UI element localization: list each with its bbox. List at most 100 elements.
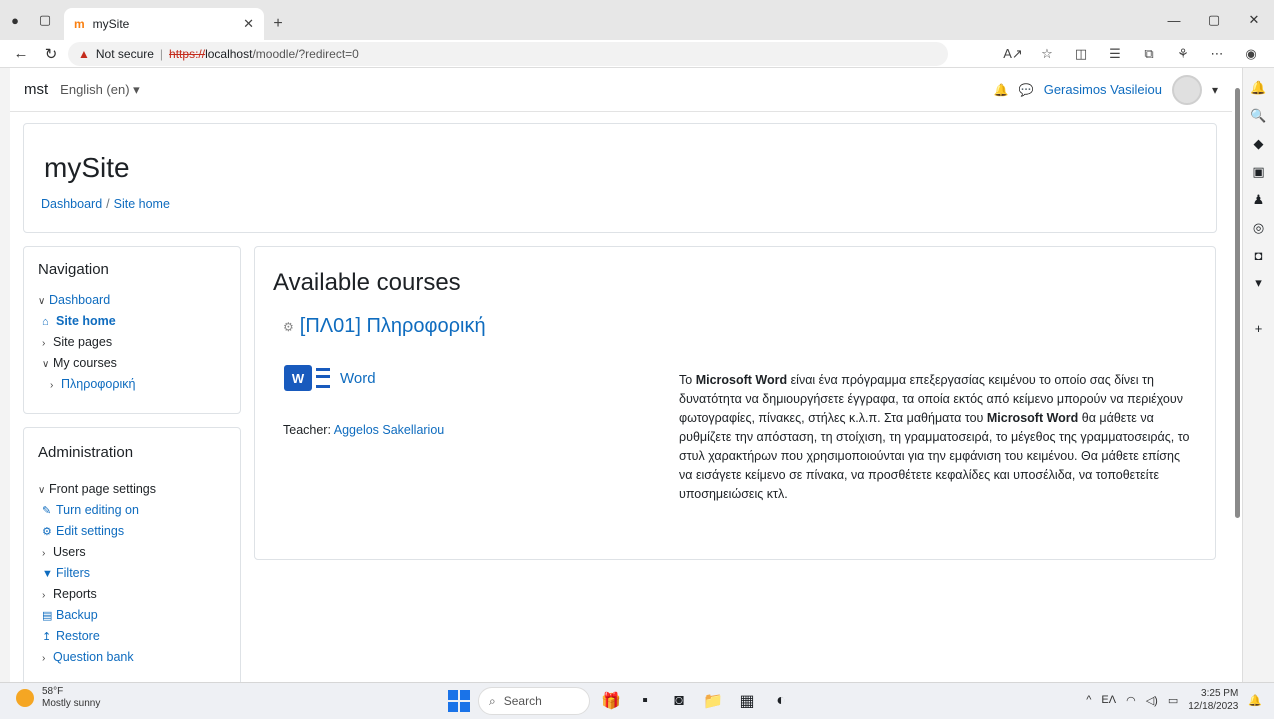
- url-field[interactable]: ▲ Not secure | https://localhost/moodle/…: [68, 41, 948, 66]
- back-icon[interactable]: ←: [8, 45, 34, 62]
- chevron-right-icon: ›: [42, 548, 46, 559]
- admin-item-edit-settings[interactable]: ⚙ Edit settings: [38, 521, 226, 542]
- nav-item-site-pages[interactable]: › Site pages: [38, 332, 226, 353]
- nav-item-my-courses[interactable]: ∨ My courses: [38, 353, 226, 374]
- scrollbar-thumb[interactable]: [1235, 88, 1240, 518]
- avatar[interactable]: [1171, 74, 1202, 105]
- extensions-icon[interactable]: ⚘: [1168, 46, 1198, 62]
- user-menu-caret-icon[interactable]: ▾: [1212, 83, 1218, 97]
- notification-icon[interactable]: 🔔: [1243, 80, 1274, 96]
- games-icon[interactable]: ♟: [1243, 192, 1274, 208]
- breadcrumb-dashboard[interactable]: Dashboard: [41, 197, 102, 211]
- weather-widget[interactable]: 58°F Mostly sunny: [16, 686, 100, 710]
- volume-icon[interactable]: ◁): [1146, 694, 1158, 707]
- nav-item-site-home[interactable]: ⌂ Site home: [38, 311, 226, 332]
- browser-tab[interactable]: m mySite ✕: [64, 8, 264, 40]
- administration-block: Administration ∨ Front page settings ✎ Tur…: [23, 427, 241, 682]
- battery-icon[interactable]: ▭: [1168, 694, 1178, 707]
- security-status[interactable]: Not secure: [96, 47, 154, 61]
- close-window-icon[interactable]: ✕: [1234, 0, 1274, 40]
- close-tab-icon[interactable]: ✕: [243, 16, 254, 32]
- admin-item-reports[interactable]: › Reports: [38, 584, 226, 605]
- course-image-word[interactable]: W Word: [284, 365, 376, 391]
- add-sidebar-icon[interactable]: +: [1243, 321, 1274, 336]
- office-icon[interactable]: ◎: [1243, 220, 1274, 236]
- search-icon: ⌕: [489, 693, 496, 708]
- admin-item-restore[interactable]: ↥ Restore: [38, 626, 226, 647]
- windows-start-icon[interactable]: [448, 690, 470, 712]
- chevron-down-icon: ∨: [38, 296, 46, 307]
- moodle-favicon-icon: m: [74, 17, 85, 31]
- pencil-icon: ✎: [42, 505, 52, 517]
- moodle-top-navbar: mst English (en) ▾ 🔔 💬 Gerasimos Vasilei…: [10, 68, 1232, 112]
- drop-icon[interactable]: ▾: [1243, 275, 1274, 291]
- chevron-right-icon: ›: [50, 380, 54, 391]
- input-language[interactable]: EΛ: [1101, 694, 1116, 706]
- admin-item-users[interactable]: › Users: [38, 542, 226, 563]
- word-logo-icon: W: [284, 365, 312, 391]
- more-icon[interactable]: ⋯: [1202, 46, 1232, 62]
- nav-item-course-pliroforiki[interactable]: › Πληροφορική: [38, 374, 226, 395]
- notification-bell-icon[interactable]: 🔔: [1248, 694, 1262, 707]
- task-view-icon[interactable]: ▪: [632, 688, 658, 714]
- breadcrumb-site-home[interactable]: Site home: [114, 197, 170, 211]
- site-brand[interactable]: mst: [24, 81, 48, 98]
- admin-item-front-page-settings[interactable]: ∨ Front page settings: [38, 479, 226, 500]
- wifi-icon[interactable]: ◠: [1126, 694, 1136, 707]
- tag-icon[interactable]: ◆: [1243, 136, 1274, 152]
- course-title-link[interactable]: ⚙ [ΠΛ01] Πληροφορική: [283, 315, 486, 338]
- briefcase-icon[interactable]: ▣: [1243, 164, 1274, 180]
- favorites-icon[interactable]: ☰: [1100, 46, 1130, 62]
- page-title: mySite: [44, 152, 130, 183]
- breadcrumb: Dashboard / Site home: [41, 197, 170, 211]
- maximize-icon[interactable]: ▢: [1194, 0, 1234, 40]
- taskbar: 58°F Mostly sunny ⌕ Search 🎁 ▪ ◙ 📁 ▦ ◐ ^…: [0, 682, 1274, 719]
- chevron-right-icon: ›: [42, 653, 46, 664]
- page-scrollbar[interactable]: [1232, 68, 1242, 682]
- url-separator: |: [159, 46, 164, 61]
- teacher-label: Teacher:: [283, 423, 331, 437]
- admin-item-question-bank[interactable]: › Question bank: [38, 647, 226, 668]
- minimize-icon[interactable]: —: [1154, 0, 1194, 40]
- url-host: localhost: [205, 46, 253, 61]
- profile-icon[interactable]: ●: [0, 0, 30, 40]
- messages-icon[interactable]: 💬: [1019, 83, 1034, 97]
- page-viewport: mst English (en) ▾ 🔔 💬 Gerasimos Vasilei…: [10, 68, 1242, 682]
- clock[interactable]: 3:25 PM 12/18/2023: [1188, 687, 1238, 713]
- url-path: /moodle/?redirect=0: [252, 46, 359, 61]
- read-aloud-icon[interactable]: A↗: [998, 46, 1028, 62]
- new-tab-icon[interactable]: +: [264, 8, 292, 40]
- refresh-icon[interactable]: ↻: [38, 45, 64, 63]
- search-icon[interactable]: 🔍: [1243, 108, 1274, 124]
- tray-chevron-up-icon[interactable]: ^: [1086, 694, 1091, 706]
- address-bar: ← ↻ ▲ Not secure | https://localhost/moo…: [0, 40, 1274, 68]
- taskbar-search[interactable]: ⌕ Search: [478, 687, 590, 715]
- language-menu[interactable]: English (en) ▾: [60, 82, 140, 98]
- widgets-icon[interactable]: 🎁: [598, 688, 624, 714]
- tab-actions-icon[interactable]: ▢: [30, 0, 60, 40]
- browser-tab-bar: ● ▢ m mySite ✕ + — ▢ ✕: [0, 0, 1274, 40]
- admin-item-turn-editing-on[interactable]: ✎ Turn editing on: [38, 500, 226, 521]
- home-icon: ⌂: [42, 316, 49, 328]
- edge-browser-icon[interactable]: ◐: [768, 688, 794, 714]
- favorite-star-icon[interactable]: ☆: [1032, 46, 1062, 62]
- teacher-name-link[interactable]: Aggelos Sakellariou: [334, 423, 445, 437]
- nav-item-dashboard[interactable]: ∨ Dashboard: [38, 290, 226, 311]
- navigation-block-title: Navigation: [38, 261, 109, 278]
- admin-item-backup[interactable]: ▤ Backup: [38, 605, 226, 626]
- notifications-bell-icon[interactable]: 🔔: [994, 83, 1009, 97]
- teams-chat-icon[interactable]: ◙: [666, 688, 692, 714]
- outlook-icon[interactable]: ◘: [1243, 248, 1274, 263]
- file-explorer-icon[interactable]: 📁: [700, 688, 726, 714]
- split-screen-icon[interactable]: ◫: [1066, 46, 1096, 62]
- weather-desc: Mostly sunny: [42, 698, 101, 709]
- backup-file-icon: ▤: [42, 610, 53, 622]
- course-teacher: Teacher: Aggelos Sakellariou: [283, 423, 444, 437]
- collections-icon[interactable]: ⧉: [1134, 46, 1164, 62]
- chevron-right-icon: ›: [42, 338, 46, 349]
- breadcrumb-separator: /: [106, 197, 110, 211]
- store-icon[interactable]: ▦: [734, 688, 760, 714]
- admin-item-filters[interactable]: ▼ Filters: [38, 563, 226, 584]
- user-menu-name[interactable]: Gerasimos Vasileiou: [1044, 82, 1162, 97]
- copilot-icon[interactable]: ◉: [1236, 46, 1266, 62]
